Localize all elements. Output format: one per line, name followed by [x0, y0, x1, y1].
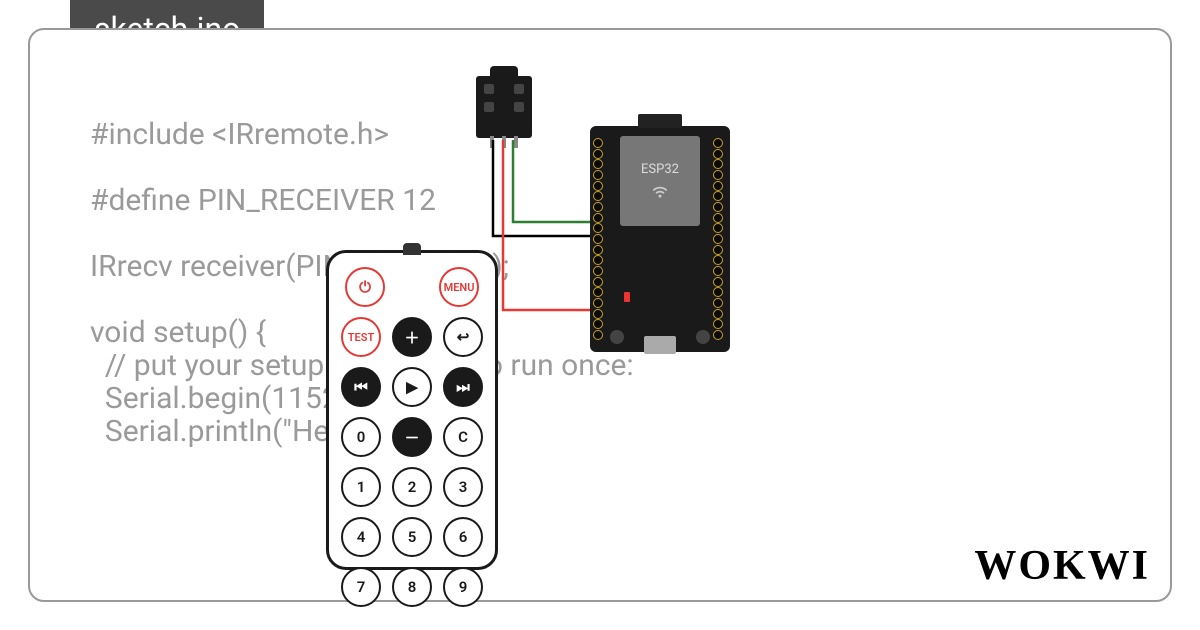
pin-hole[interactable] — [593, 287, 603, 297]
pin-hole[interactable] — [593, 181, 603, 191]
wokwi-logo: WOKWI — [974, 542, 1150, 590]
pin-hole[interactable] — [593, 159, 603, 169]
pin-hole[interactable] — [713, 255, 723, 265]
pin-hole[interactable] — [713, 234, 723, 244]
pin-hole[interactable] — [713, 149, 723, 159]
pin-hole[interactable] — [713, 298, 723, 308]
code-line: // put your setup code here, to run once… — [90, 351, 1130, 384]
remote-d8-button[interactable]: 8 — [392, 567, 432, 607]
pin-hole[interactable] — [713, 202, 723, 212]
pin-hole[interactable] — [713, 191, 723, 201]
esp32-shield: ESP32 — [620, 136, 700, 226]
pin-hole[interactable] — [713, 138, 723, 148]
remote-play-button[interactable]: ▶ — [392, 367, 432, 407]
esp32-board[interactable]: ESP32 — [590, 126, 730, 352]
pin-hole[interactable] — [713, 330, 723, 340]
pin-hole[interactable] — [593, 149, 603, 159]
boot-button[interactable] — [696, 330, 710, 344]
pin-hole[interactable] — [713, 277, 723, 287]
pin-hole[interactable] — [713, 159, 723, 169]
remote-test-button[interactable]: TEST — [341, 317, 381, 357]
remote-back-button[interactable]: ↩ — [443, 317, 483, 357]
pin-hole[interactable] — [593, 266, 603, 276]
remote-menu-button[interactable]: MENU — [439, 267, 479, 307]
wifi-icon — [650, 181, 670, 201]
pin-hole[interactable] — [593, 138, 603, 148]
pin-hole[interactable] — [593, 309, 603, 319]
pin-hole[interactable] — [593, 170, 603, 180]
remote-next-button[interactable]: ⏭ — [443, 367, 483, 407]
pin-hole[interactable] — [593, 202, 603, 212]
pin-hole[interactable] — [593, 223, 603, 233]
pin-hole[interactable] — [593, 234, 603, 244]
pin-hole[interactable] — [713, 309, 723, 319]
remote-d2-button[interactable]: 2 — [392, 467, 432, 507]
led-icon — [624, 292, 630, 302]
pin-hole[interactable] — [593, 213, 603, 223]
code-line: Serial.begin(115200); — [90, 384, 1130, 417]
pin-hole[interactable] — [713, 245, 723, 255]
remote-power-button[interactable]: ⏻ — [345, 267, 385, 307]
ir-remote: ⏻MENUTEST＋↩⏮▶⏭0－C123456789 — [326, 250, 498, 570]
pin-hole[interactable] — [713, 287, 723, 297]
remote-d7-button[interactable]: 7 — [341, 567, 381, 607]
remote-prev-button[interactable]: ⏮ — [341, 367, 381, 407]
remote-d3-button[interactable]: 3 — [443, 467, 483, 507]
pin-hole[interactable] — [713, 170, 723, 180]
usb-port-icon — [644, 336, 676, 354]
remote-d4-button[interactable]: 4 — [341, 517, 381, 557]
pin-hole[interactable] — [593, 245, 603, 255]
remote-plus-button[interactable]: ＋ — [392, 317, 432, 357]
pin-hole[interactable] — [593, 298, 603, 308]
reset-button[interactable] — [610, 330, 624, 344]
pin-hole[interactable] — [713, 181, 723, 191]
ir-receiver-module[interactable] — [476, 76, 532, 138]
remote-d9-button[interactable]: 9 — [443, 567, 483, 607]
pin-hole[interactable] — [593, 277, 603, 287]
pin-hole[interactable] — [713, 213, 723, 223]
pin-hole[interactable] — [593, 319, 603, 329]
remote-d0-button[interactable]: 0 — [341, 417, 381, 457]
remote-clear-button[interactable]: C — [443, 417, 483, 457]
ir-led-icon — [403, 243, 421, 255]
pin-hole[interactable] — [593, 255, 603, 265]
pin-hole[interactable] — [713, 266, 723, 276]
remote-d5-button[interactable]: 5 — [392, 517, 432, 557]
esp32-label: ESP32 — [641, 162, 679, 177]
remote-minus-button[interactable]: － — [392, 417, 432, 457]
pin-hole[interactable] — [713, 223, 723, 233]
remote-d6-button[interactable]: 6 — [443, 517, 483, 557]
code-line: Serial.println("Hello, ESP32!"); — [90, 417, 1130, 450]
pin-hole[interactable] — [593, 191, 603, 201]
pin-hole[interactable] — [593, 330, 603, 340]
remote-d1-button[interactable]: 1 — [341, 467, 381, 507]
pin-hole[interactable] — [713, 319, 723, 329]
